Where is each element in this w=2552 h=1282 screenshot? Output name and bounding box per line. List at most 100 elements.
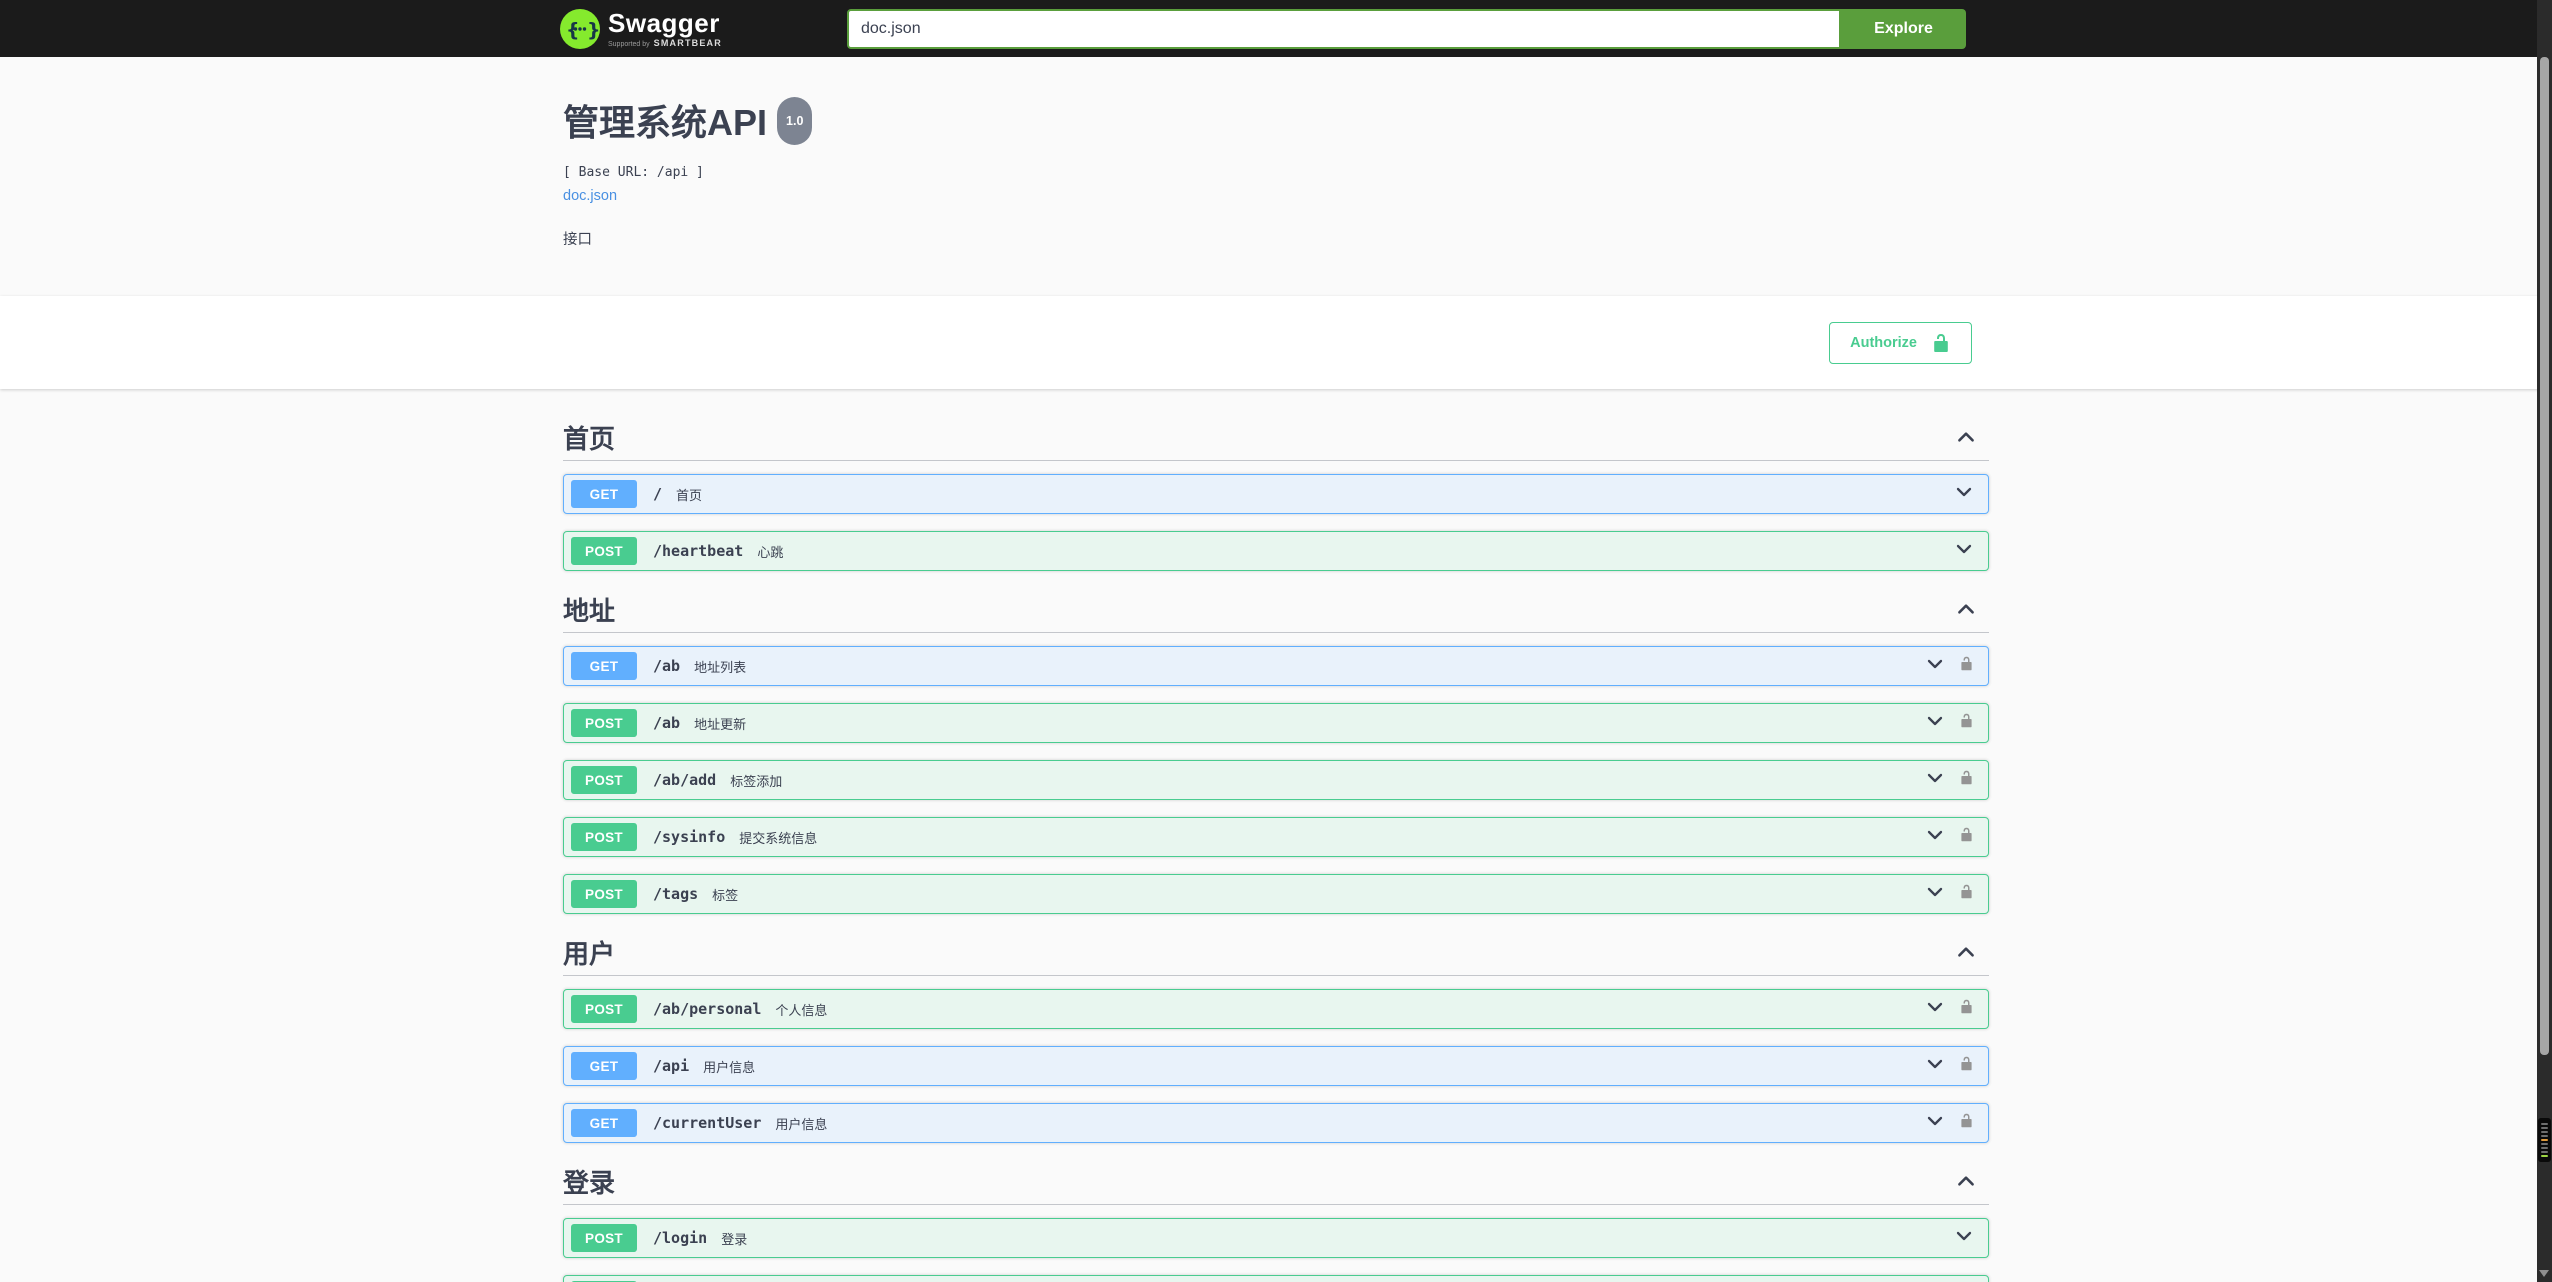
- chevron-down-icon[interactable]: [1925, 825, 1945, 850]
- operation-path: /heartbeat: [653, 542, 744, 560]
- scrollbar-track[interactable]: [2537, 0, 2552, 1282]
- api-section: 用户 POST /ab/personal 个人信息 GET /api 用户信息 …: [563, 931, 1989, 1143]
- unlock-icon[interactable]: [1959, 999, 1974, 1019]
- operation-row[interactable]: POST /tags 标签: [563, 874, 1989, 914]
- operation-summary: 心跳: [757, 544, 784, 560]
- operation-row[interactable]: POST /logout 登录状态: [563, 1275, 1989, 1282]
- unlock-icon[interactable]: [1959, 1113, 1974, 1133]
- swagger-logo: { } Swagger Supported by SMARTBEAR: [560, 7, 722, 49]
- supported-by-label: Supported by: [608, 40, 650, 48]
- operation-summary: 个人信息: [775, 1002, 828, 1018]
- unlock-icon[interactable]: [1959, 827, 1974, 847]
- chevron-up-icon[interactable]: [1955, 1170, 1977, 1197]
- section-header[interactable]: 用户: [563, 931, 1989, 976]
- chevron-down-icon[interactable]: [1954, 539, 1974, 564]
- brand-title: Swagger: [608, 7, 720, 38]
- operation-path: /: [653, 485, 663, 503]
- svg-text:{: {: [566, 19, 580, 41]
- chevron-down-icon[interactable]: [1925, 711, 1945, 736]
- operation-row[interactable]: GET /ab 地址列表: [563, 646, 1989, 686]
- operation-summary: 标签: [712, 887, 739, 903]
- method-badge: POST: [571, 823, 637, 851]
- spec-url-form: Explore: [847, 8, 1966, 49]
- operation-path: /ab: [653, 657, 681, 675]
- chevron-down-icon[interactable]: [1925, 1054, 1945, 1079]
- swagger-logo-icon: { }: [560, 8, 601, 49]
- operation-row[interactable]: POST /login 登录: [563, 1218, 1989, 1258]
- version-badge: 1.0: [777, 97, 813, 145]
- chevron-up-icon[interactable]: [1955, 598, 1977, 625]
- chevron-down-icon[interactable]: [1925, 997, 1945, 1022]
- operation-summary: 地址列表: [694, 659, 747, 675]
- operation-row[interactable]: POST /heartbeat 心跳: [563, 531, 1989, 571]
- operation-summary: 用户信息: [775, 1116, 828, 1132]
- unlock-icon[interactable]: [1959, 884, 1974, 904]
- scrollbar-thumb[interactable]: [2540, 57, 2549, 1055]
- api-section: 首页 GET / 首页 POST /heartbeat 心跳: [563, 416, 1989, 571]
- section-header[interactable]: 地址: [563, 588, 1989, 633]
- operation-row[interactable]: GET / 首页: [563, 474, 1989, 514]
- section-header[interactable]: 登录: [563, 1160, 1989, 1205]
- explore-button[interactable]: Explore: [1841, 8, 1966, 49]
- chevron-down-icon[interactable]: [1954, 1226, 1974, 1251]
- operation-summary: 登录: [721, 1231, 748, 1247]
- api-description: 接口: [563, 232, 592, 248]
- api-section: 地址 GET /ab 地址列表 POST /ab 地址更新 POST /ab/a…: [563, 588, 1989, 914]
- chevron-down-icon[interactable]: [1925, 882, 1945, 907]
- page-title: 管理系统API 1.0: [563, 97, 1989, 151]
- operation-path: /sysinfo: [653, 828, 726, 846]
- section-title: 用户: [563, 939, 616, 969]
- method-badge: POST: [571, 537, 637, 565]
- unlock-icon[interactable]: [1959, 1056, 1974, 1076]
- operation-summary: 标签添加: [730, 773, 783, 789]
- chevron-down-icon[interactable]: [1954, 482, 1974, 507]
- unlock-icon[interactable]: [1959, 713, 1974, 733]
- unlock-icon: [1931, 333, 1951, 353]
- operation-summary: 用户信息: [703, 1059, 756, 1075]
- operation-path: /login: [653, 1229, 708, 1247]
- operation-path: /currentUser: [653, 1114, 762, 1132]
- method-badge: GET: [571, 652, 637, 680]
- method-badge: GET: [571, 480, 637, 508]
- info-section: 管理系统API 1.0 [ Base URL: /api ] doc.json …: [0, 57, 2552, 296]
- scheme-container: Authorize: [0, 296, 2552, 389]
- method-badge: GET: [571, 1109, 637, 1137]
- operation-row[interactable]: GET /currentUser 用户信息: [563, 1103, 1989, 1143]
- scrollbar-down-arrow-icon[interactable]: [2539, 1270, 2549, 1277]
- svg-text:}: }: [587, 19, 600, 41]
- topbar: { } Swagger Supported by SMARTBEAR Explo…: [0, 0, 2552, 57]
- operation-summary: 提交系统信息: [739, 830, 818, 846]
- operation-row[interactable]: POST /ab 地址更新: [563, 703, 1989, 743]
- chevron-up-icon[interactable]: [1955, 941, 1977, 968]
- operation-path: /ab: [653, 714, 681, 732]
- spec-link[interactable]: doc.json: [563, 188, 617, 204]
- authorize-label: Authorize: [1850, 334, 1917, 351]
- operation-path: /tags: [653, 885, 699, 903]
- method-badge: POST: [571, 709, 637, 737]
- operation-path: /ab/personal: [653, 1000, 762, 1018]
- chevron-up-icon[interactable]: [1955, 426, 1977, 453]
- authorize-button[interactable]: Authorize: [1829, 321, 1972, 364]
- chevron-down-icon[interactable]: [1925, 654, 1945, 679]
- section-title: 登录: [563, 1168, 616, 1198]
- chevron-down-icon[interactable]: [1925, 768, 1945, 793]
- method-badge: POST: [571, 880, 637, 908]
- section-header[interactable]: 首页: [563, 416, 1989, 461]
- operation-path: /api: [653, 1057, 690, 1075]
- operation-row[interactable]: POST /ab/add 标签添加: [563, 760, 1989, 800]
- operation-row[interactable]: POST /sysinfo 提交系统信息: [563, 817, 1989, 857]
- unlock-icon[interactable]: [1959, 656, 1974, 676]
- operation-summary: 首页: [676, 487, 703, 503]
- operation-row[interactable]: POST /ab/personal 个人信息: [563, 989, 1989, 1029]
- api-title-text: 管理系统API: [563, 102, 768, 143]
- operation-path: /ab/add: [653, 771, 717, 789]
- unlock-icon[interactable]: [1959, 770, 1974, 790]
- operation-summary: 地址更新: [694, 716, 747, 732]
- scrollbar-minimap[interactable]: [2538, 1118, 2551, 1162]
- spec-url-input[interactable]: [847, 8, 1841, 49]
- base-url: [ Base URL: /api ]: [563, 165, 704, 180]
- operation-row[interactable]: GET /api 用户信息: [563, 1046, 1989, 1086]
- section-title: 首页: [563, 424, 616, 454]
- api-section: 登录 POST /login 登录 POST /logout 登录状态: [563, 1160, 1989, 1282]
- chevron-down-icon[interactable]: [1925, 1111, 1945, 1136]
